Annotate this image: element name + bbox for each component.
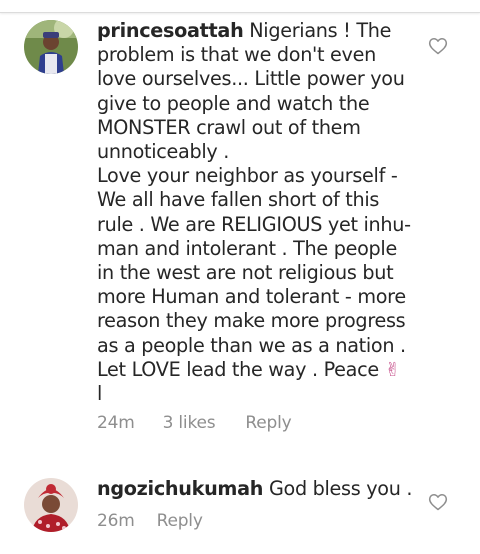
avatar[interactable] — [24, 20, 78, 74]
comment-username[interactable]: princesoattah — [97, 19, 244, 42]
avatar[interactable] — [24, 478, 78, 532]
likes-count[interactable]: 3 likes — [163, 413, 216, 433]
comment-timestamp: 26m — [97, 511, 135, 531]
heart-outline-icon[interactable] — [428, 36, 448, 56]
top-divider — [0, 0, 480, 13]
comment-body: God bless you . — [263, 477, 413, 500]
comment-username[interactable]: ngozichukumah — [97, 477, 263, 500]
victory-hand-icon: ✌ — [384, 357, 401, 381]
reply-button[interactable]: Reply — [157, 511, 203, 531]
comment-text: ngozichukumah God bless you . — [97, 477, 415, 501]
heart-outline-icon[interactable] — [428, 492, 448, 512]
comment-meta: 24m 3 likes Reply — [97, 413, 292, 433]
comment-meta: 26m Reply — [97, 511, 203, 531]
comment-body-trailing: l — [97, 382, 103, 406]
comment-timestamp: 24m — [97, 413, 135, 433]
comment-body: Nigerians ! The problem is that we don't… — [97, 19, 411, 381]
comment-text: princesoattah Nigerians ! The problem is… — [97, 19, 415, 406]
reply-button[interactable]: Reply — [245, 413, 291, 433]
